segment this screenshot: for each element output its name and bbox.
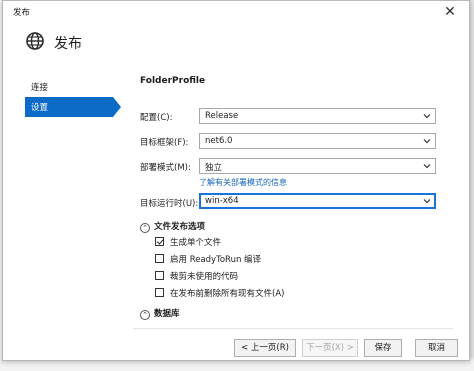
section-title: 数据库 [154, 309, 180, 319]
checkbox-label: 裁剪未使用的代码 [170, 272, 239, 282]
section-title: 文件发布选项 [154, 222, 206, 232]
chevron-up-icon: ⌃ [140, 223, 150, 233]
checkbox-label: 生成单个文件 [170, 238, 222, 248]
target-framework-select[interactable]: net6.0 [199, 133, 436, 149]
target-runtime-select[interactable]: win-x64 [199, 193, 436, 209]
database-toggle[interactable]: ⌃ 数据库 [140, 307, 180, 320]
trim-unused-checkbox[interactable]: 裁剪未使用的代码 [155, 270, 238, 282]
next-page-button[interactable]: 下一页(X) > [302, 339, 358, 357]
deployment-mode-info-link[interactable]: 了解有关部署模式的信息 [199, 177, 287, 188]
page-title: 发布 [54, 36, 82, 52]
configuration-select[interactable]: Release [199, 108, 436, 124]
deployment-mode-select[interactable]: 独立 [199, 158, 436, 174]
footer-divider [133, 328, 453, 329]
deployment-mode-value: 独立 [205, 163, 223, 173]
previous-page-button[interactable]: < 上一页(R) [234, 339, 296, 357]
single-file-checkbox[interactable]: 生成单个文件 [155, 236, 221, 248]
chevron-down-icon [423, 139, 431, 144]
sidebar-item-label: 设置 [31, 103, 49, 113]
checkbox-icon [155, 254, 164, 263]
deployment-mode-label: 部署模式(M): [140, 163, 191, 173]
target-runtime-value: win-x64 [205, 196, 239, 206]
sidebar-item-settings[interactable]: 设置 [25, 97, 121, 117]
chevron-down-icon [423, 114, 431, 119]
chevron-up-icon: ⌃ [140, 310, 150, 320]
save-button[interactable]: 保存 [364, 339, 402, 357]
title-bar: 发布 ✕ [3, 1, 469, 23]
file-publish-options-toggle[interactable]: ⌃ 文件发布选项 [140, 220, 205, 233]
target-framework-value: net6.0 [205, 136, 233, 146]
target-runtime-label: 目标运行时(U): [140, 199, 199, 209]
chevron-down-icon [423, 164, 431, 169]
target-framework-label: 目标框架(F): [140, 138, 189, 148]
configuration-value: Release [205, 111, 239, 121]
cancel-button[interactable]: 取消 [415, 339, 458, 357]
close-icon[interactable]: ✕ [439, 2, 461, 22]
checkbox-icon [155, 288, 164, 297]
profile-name: FolderProfile [140, 76, 206, 86]
checkbox-label: 启用 ReadyToRun 编译 [170, 255, 262, 265]
checkbox-label: 在发布前删除所有现有文件(A) [170, 289, 285, 299]
publish-dialog: 发布 ✕ 发布 连接 设置 FolderProfile 配置(C): Relea… [2, 0, 470, 361]
sidebar-item-connection[interactable]: 连接 [25, 77, 113, 97]
checkbox-checked-icon [155, 237, 164, 246]
checkbox-icon [155, 271, 164, 280]
window-title: 发布 [13, 8, 31, 18]
sidebar-item-label: 连接 [31, 83, 49, 93]
globe-publish-icon [26, 32, 44, 50]
ready-to-run-checkbox[interactable]: 启用 ReadyToRun 编译 [155, 253, 261, 265]
configuration-label: 配置(C): [140, 113, 173, 123]
chevron-down-icon [423, 199, 431, 204]
delete-existing-files-checkbox[interactable]: 在发布前删除所有现有文件(A) [155, 287, 284, 299]
